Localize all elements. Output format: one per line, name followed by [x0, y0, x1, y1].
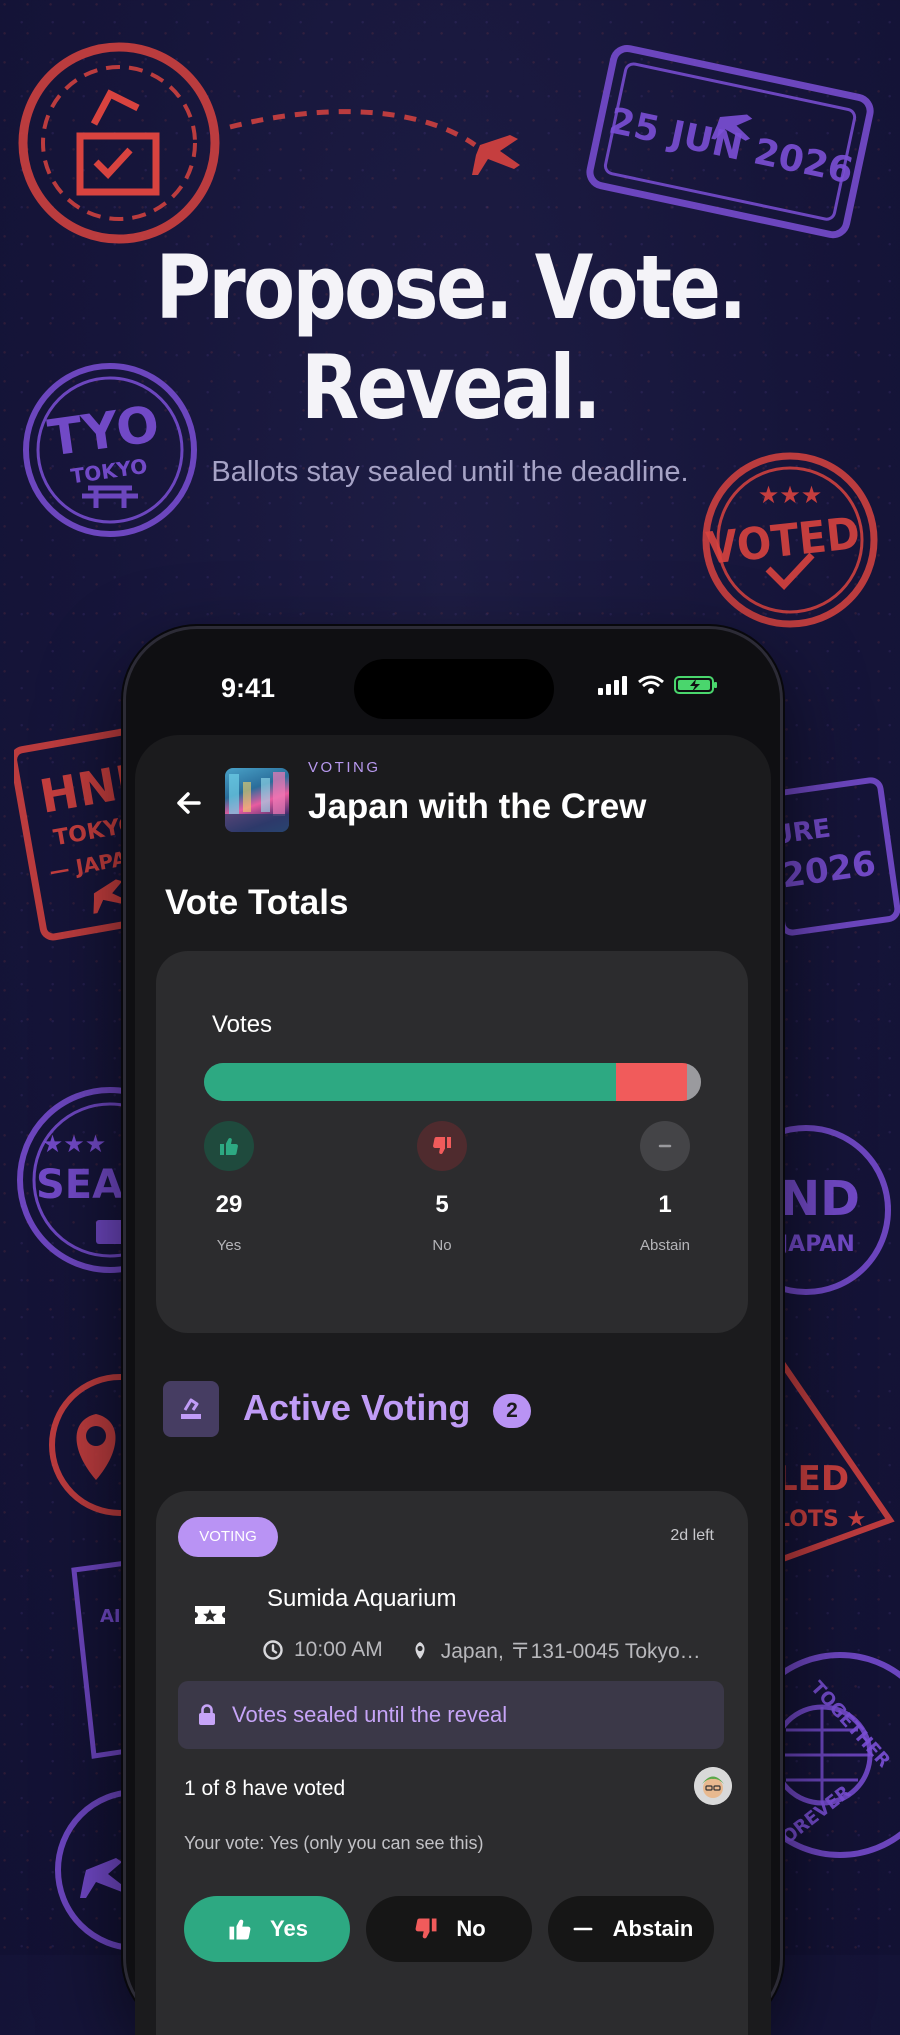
thumbs-down-icon: [415, 1918, 437, 1939]
dashed-flight-path: [229, 109, 520, 175]
ballot-icon: [163, 1381, 219, 1437]
sealed-notice: Votes sealed until the reveal: [178, 1681, 724, 1749]
stat-no: 5 No: [382, 1121, 502, 1254]
thumbs-up-icon: [229, 1919, 251, 1940]
votes-label: Votes: [212, 1011, 273, 1038]
minus-icon: [573, 1927, 593, 1931]
ticket-icon: [195, 1606, 225, 1624]
thumbs-down-icon: [417, 1121, 467, 1171]
location-pin-icon: [415, 1642, 425, 1659]
yes-label: Yes: [216, 1237, 242, 1254]
active-voting-heading: Active Voting: [243, 1387, 471, 1428]
hero-title-line2: Reveal.: [301, 336, 602, 439]
vote-no-label: No: [456, 1916, 486, 1941]
vote-yes-button[interactable]: Yes: [184, 1896, 350, 1962]
vote-abstain-button[interactable]: Abstain: [548, 1896, 714, 1962]
thumbs-up-icon: [204, 1121, 254, 1171]
no-count: 5: [435, 1191, 449, 1218]
status-badge: VOTING: [178, 1517, 278, 1557]
status-icons: [598, 675, 718, 695]
proposal-time: 10:00 AM: [294, 1638, 383, 1661]
app-screen: VOTING Japan with the Crew Vote Totals V…: [135, 735, 771, 2035]
trip-status-label: VOTING: [308, 759, 381, 776]
vote-no-button[interactable]: No: [366, 1896, 532, 1962]
wifi-icon: [638, 675, 664, 694]
clock-icon: [263, 1640, 283, 1660]
vote-totals-card: Votes 29 Yes 5 No 1 Abstain: [156, 951, 748, 1333]
avatar[interactable]: [694, 1767, 732, 1805]
proposal-title: Sumida Aquarium: [267, 1585, 457, 1612]
svg-text:LOTS ★: LOTS ★: [776, 1507, 866, 1532]
ballot-box-stamp: [18, 42, 220, 244]
battery-charging-icon: [674, 676, 717, 694]
active-voting-count-badge: 2: [493, 1394, 531, 1428]
japan-stamp: ND JAPAN: [776, 1125, 891, 1295]
svg-text:2026: 2026: [779, 844, 878, 897]
no-label: No: [432, 1237, 452, 1254]
dynamic-island: [354, 659, 554, 719]
hnd-stamp: HND TOKYO — JAPAN: [14, 726, 134, 941]
hero-title: Propose. Vote. Reveal.: [63, 238, 837, 438]
proposal-card[interactable]: VOTING 2d left Sumida Aquarium 10:00 AM …: [156, 1491, 748, 2035]
voted-count: 1 of 8 have voted: [184, 1777, 346, 1800]
svg-text:HND: HND: [36, 751, 134, 824]
sealed-ballots-stamp: LED LOTS ★: [776, 1350, 895, 1565]
minus-icon: [640, 1121, 690, 1171]
status-bar: 9:41: [126, 629, 780, 729]
date-stamp-text: 25 JUN 2026: [605, 101, 856, 193]
signal-icon: [598, 676, 627, 695]
vote-distribution-bar: [204, 1063, 701, 1101]
phone-frame: 9:41 VOTING Japan with the Crew Vote Tot…: [123, 626, 783, 2035]
svg-text:JAPAN: JAPAN: [778, 1232, 855, 1257]
lock-icon: [199, 1704, 215, 1725]
trip-title: Japan with the Crew: [308, 787, 647, 826]
svg-text:SEAL: SEAL: [36, 1162, 130, 1208]
plane-circle-stamp: [55, 1789, 136, 1951]
vote-bar-abstain-segment: [686, 1063, 701, 1101]
time-left: 2d left: [670, 1527, 714, 1544]
svg-text:LED: LED: [776, 1459, 849, 1499]
vote-bar-yes-segment: [204, 1063, 616, 1101]
svg-text:AI: AI: [100, 1606, 121, 1627]
hero-title-line1: Propose. Vote.: [155, 236, 748, 339]
status-time: 9:41: [221, 673, 276, 703]
your-vote-note: Your vote: Yes (only you can see this): [184, 1833, 484, 1853]
back-arrow-icon[interactable]: [169, 783, 209, 823]
abstain-label: Abstain: [639, 1237, 691, 1254]
stat-abstain: 1 Abstain: [605, 1121, 725, 1254]
date-stamp: 25 JUN 2026: [586, 44, 874, 239]
departure-stamp: URE 2026: [770, 777, 900, 936]
vote-bar-no-segment: [615, 1063, 687, 1101]
proposal-location: Japan, 〒131-0045 Tokyo…: [440, 1640, 701, 1663]
svg-text:TOGETHER: TOGETHER: [806, 1677, 894, 1772]
vote-abstain-label: Abstain: [612, 1916, 694, 1941]
trip-thumbnail: [225, 768, 289, 832]
sealed-stamp: ★★★ SEAL: [17, 1087, 130, 1273]
svg-text:ND: ND: [780, 1171, 860, 1227]
vote-yes-label: Yes: [270, 1916, 308, 1941]
vote-totals-heading: Vote Totals: [165, 883, 349, 922]
together-forever-stamp: TOGETHER FOREVER: [770, 1652, 900, 1858]
stat-yes: 29 Yes: [169, 1121, 289, 1254]
location-pin-stamp: [49, 1374, 130, 1516]
svg-text:VOTED: VOTED: [704, 507, 862, 574]
proposal-meta: 10:00 AM Japan, 〒131-0045 Tokyo…: [262, 1635, 701, 1665]
abstain-count: 1: [658, 1191, 672, 1218]
svg-text:★★★: ★★★: [42, 1131, 107, 1158]
sealed-notice-text: Votes sealed until the reveal: [232, 1702, 508, 1727]
yes-count: 29: [215, 1191, 243, 1218]
hero-subtitle: Ballots stay sealed until the deadline.: [211, 456, 689, 488]
